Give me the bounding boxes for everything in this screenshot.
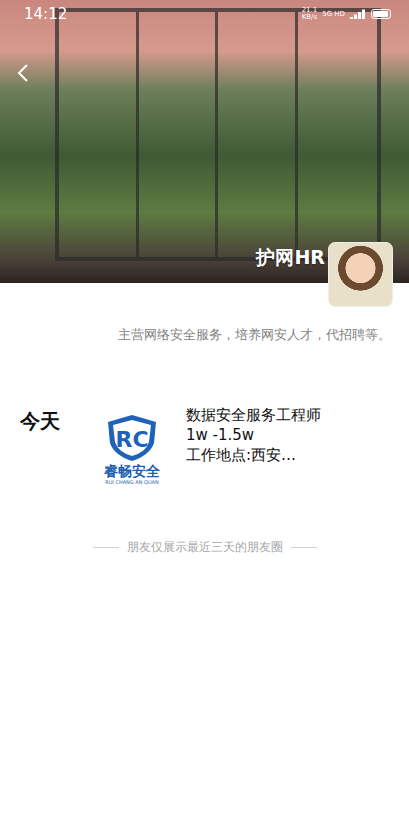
signal-icon [350,9,366,19]
back-button[interactable] [12,60,34,86]
battery-icon [371,9,391,19]
svg-text:RC: RC [115,427,148,452]
post-line: 数据安全服务工程师 [186,405,321,425]
profile-name: 护网HR [256,245,325,271]
network-speed: 21.1KB/s [302,7,318,21]
network-type: 5G HD [322,10,345,18]
post-day: 今天 [20,405,88,435]
moments-footer: 朋友仅展示最近三天的朋友圈 [0,539,409,556]
logo-subtitle: RUI CHANG AN QUAN [105,479,159,485]
moment-post[interactable]: 今天 RC 睿畅安全RUI CHANG AN QUAN 数据安全服务工程师1w -1.… [0,405,409,493]
post-text: 数据安全服务工程师1w -1.5w工作地点:西安… [186,405,321,465]
cover-window-frame [55,8,381,261]
post-thumbnail[interactable]: RC 睿畅安全RUI CHANG AN QUAN [88,405,176,493]
status-time: 14:12 [24,5,67,23]
moments-page: 14:1221.1KB/s5G HD护网HR主营网络安全服务，培养网安人才，代招… [0,0,409,817]
shield-logo-icon: RC [104,413,160,463]
profile-avatar[interactable] [328,242,393,307]
back-arrow-icon [17,63,29,83]
logo-title: 睿畅安全 [104,463,160,479]
cover-photo[interactable]: 14:12 21.1KB/s 5G HD 护网HR [0,0,409,283]
status-bar: 14:12 21.1KB/s 5G HD [0,0,409,28]
post-line: 工作地点:西安… [186,445,321,465]
post-line: 1w -1.5w [186,425,321,445]
